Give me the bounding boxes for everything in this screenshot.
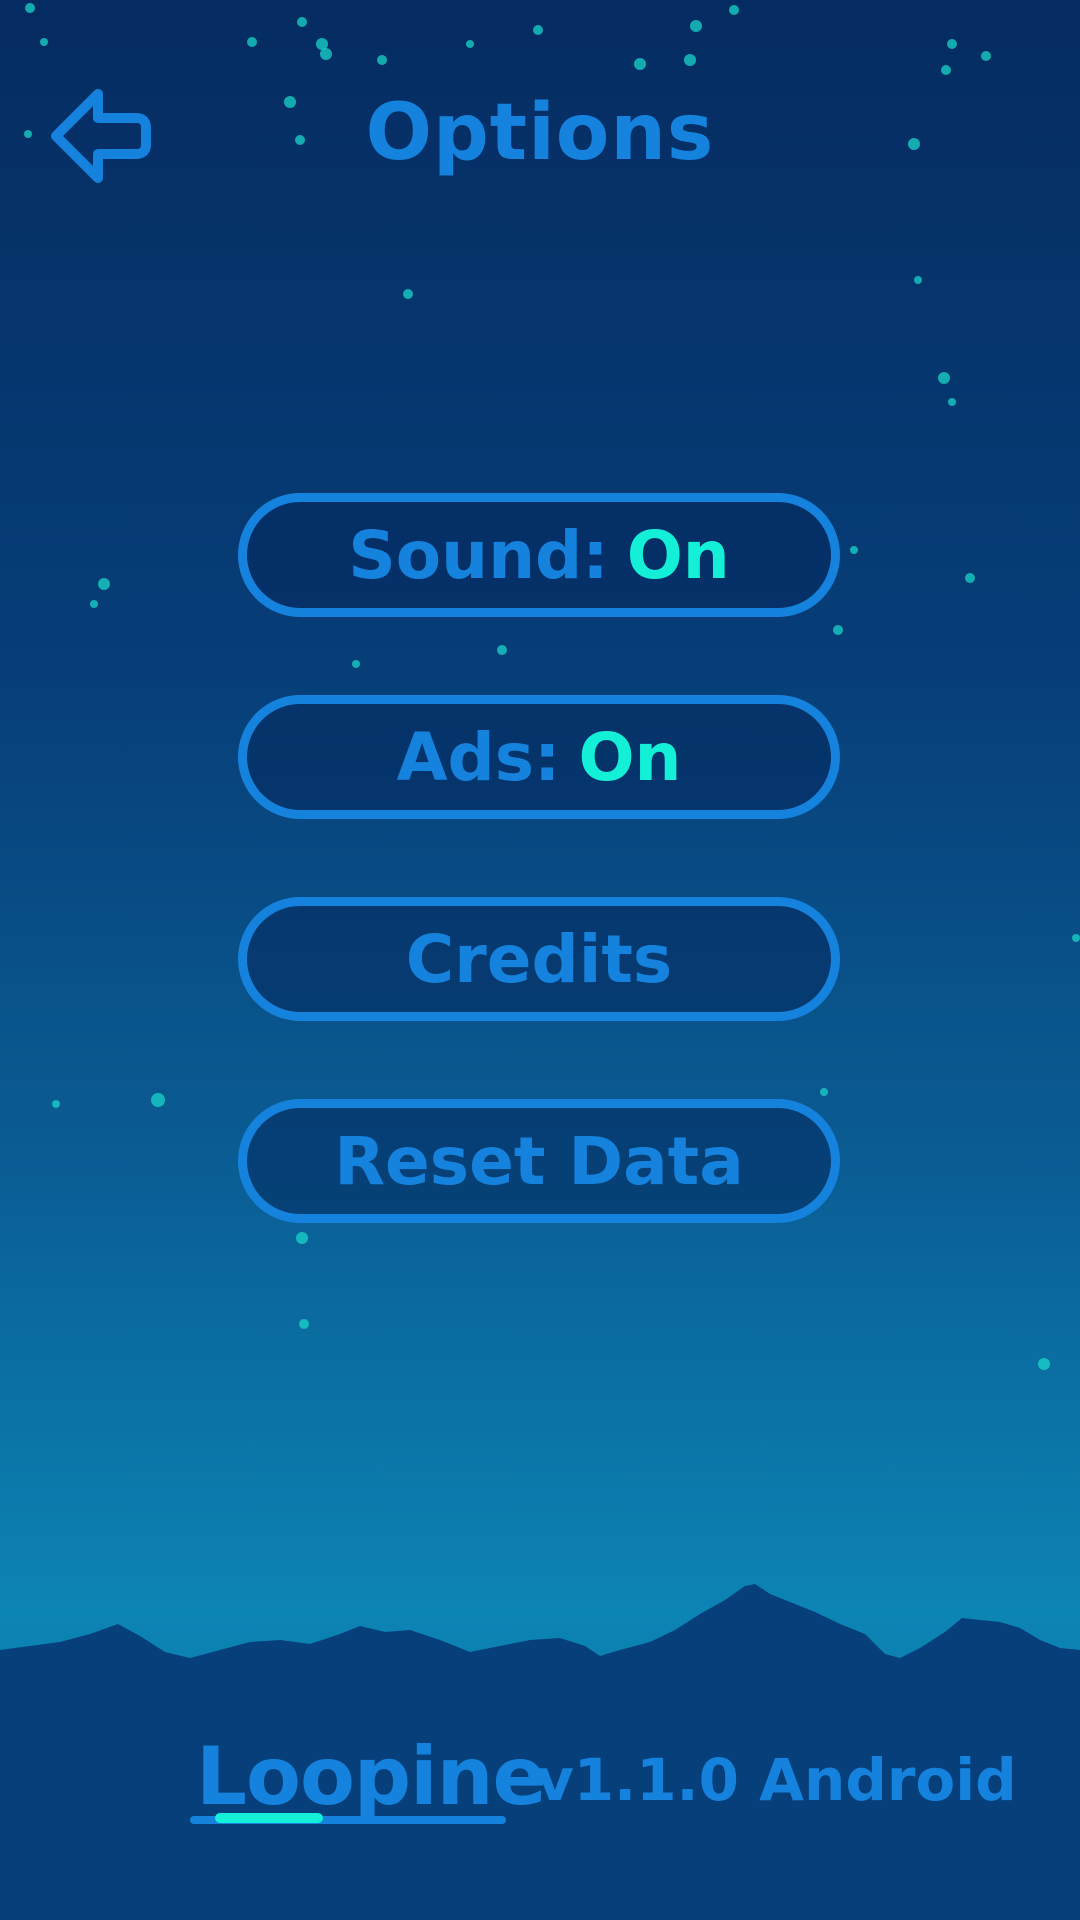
sound-toggle-button[interactable]: Sound: On xyxy=(238,493,840,617)
star-dot xyxy=(52,1100,60,1108)
star-dot xyxy=(634,58,646,70)
star-dot xyxy=(297,17,307,27)
star-dot xyxy=(25,3,35,13)
star-dot xyxy=(1072,934,1080,942)
version-label: v1.1.0 Android xyxy=(536,1746,1017,1814)
star-dot xyxy=(729,5,739,15)
star-dot xyxy=(466,40,474,48)
star-dot xyxy=(299,1319,309,1329)
star-dot xyxy=(820,1088,828,1096)
star-dot xyxy=(948,398,956,406)
ads-toggle-button[interactable]: Ads: On xyxy=(238,695,840,819)
page-title: Options xyxy=(365,88,715,178)
star-dot xyxy=(247,37,257,47)
star-dot xyxy=(40,38,48,46)
star-dot xyxy=(947,39,957,49)
star-dot xyxy=(981,51,991,61)
star-dot xyxy=(497,645,507,655)
footer: Loopine v1.1.0 Android xyxy=(0,1728,1080,1848)
logo-underline-icon xyxy=(190,1813,506,1824)
credits-label: Credits xyxy=(405,920,673,998)
star-dot xyxy=(690,20,702,32)
reset-data-button[interactable]: Reset Data xyxy=(238,1099,840,1223)
ads-label: Ads: xyxy=(396,718,561,796)
star-dot xyxy=(533,25,543,35)
sound-value: On xyxy=(626,516,730,594)
star-dot xyxy=(965,573,975,583)
star-dot xyxy=(98,578,110,590)
reset-data-label: Reset Data xyxy=(334,1122,744,1200)
star-dot xyxy=(833,625,843,635)
credits-button[interactable]: Credits xyxy=(238,897,840,1021)
star-dot xyxy=(1038,1358,1050,1370)
star-dot xyxy=(938,372,950,384)
sound-label: Sound: xyxy=(348,516,609,594)
star-dot xyxy=(151,1093,165,1107)
star-dot xyxy=(320,48,332,60)
star-dot xyxy=(377,55,387,65)
game-logo: Loopine xyxy=(190,1728,547,1838)
star-dot xyxy=(850,546,858,554)
star-dot xyxy=(684,54,696,66)
star-dot xyxy=(352,660,360,668)
star-dot xyxy=(403,289,413,299)
ads-value: On xyxy=(578,718,682,796)
star-dot xyxy=(90,600,98,608)
star-dot xyxy=(941,65,951,75)
star-dot xyxy=(296,1232,308,1244)
star-dot xyxy=(914,276,922,284)
